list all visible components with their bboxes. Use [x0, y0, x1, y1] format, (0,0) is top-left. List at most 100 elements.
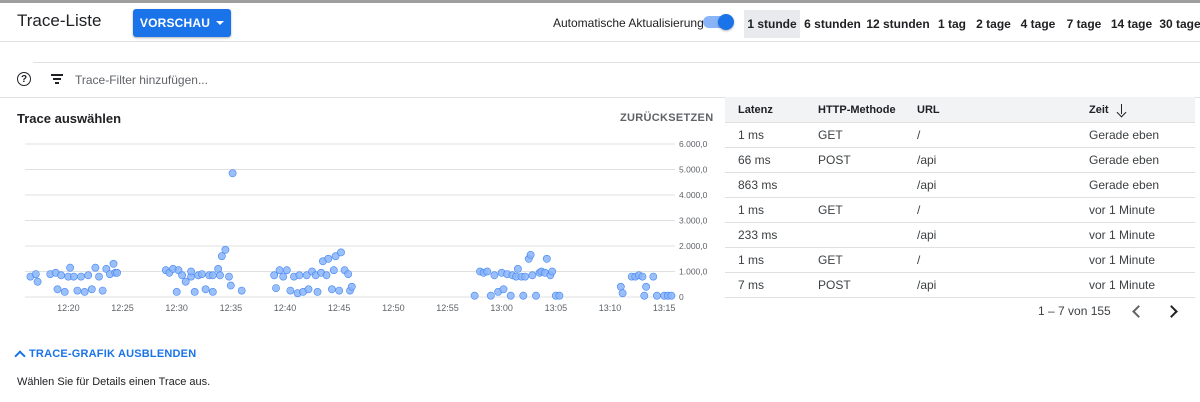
trace-point[interactable]: [60, 287, 69, 296]
trace-point[interactable]: [616, 282, 625, 291]
trace-point[interactable]: [87, 285, 96, 294]
column-header-url[interactable]: URL: [917, 97, 940, 122]
chevron-left-icon[interactable]: [1130, 304, 1144, 318]
column-header-method[interactable]: HTTP-Methode: [818, 97, 896, 122]
trace-point[interactable]: [470, 291, 479, 300]
trace-point[interactable]: [113, 268, 121, 277]
trace-point[interactable]: [226, 281, 235, 290]
trace-point[interactable]: [295, 271, 304, 280]
trace-point[interactable]: [327, 285, 336, 294]
trace-point[interactable]: [649, 272, 658, 281]
trace-point[interactable]: [109, 259, 118, 268]
table-row[interactable]: 863 ms/api Gerade eben: [725, 173, 1195, 198]
trace-point[interactable]: [667, 291, 676, 300]
trace-point[interactable]: [33, 277, 42, 286]
trace-point[interactable]: [521, 272, 529, 281]
trace-point[interactable]: [98, 286, 107, 295]
trace-point[interactable]: [208, 287, 217, 296]
trace-point[interactable]: [618, 289, 627, 298]
trace-point[interactable]: [304, 285, 313, 294]
trace-point[interactable]: [228, 169, 237, 178]
trace-point[interactable]: [31, 270, 40, 278]
trace-point[interactable]: [337, 248, 345, 257]
trace-point[interactable]: [514, 264, 522, 273]
trace-point[interactable]: [178, 271, 186, 280]
column-header-latency[interactable]: Latenz: [738, 97, 773, 122]
trace-point[interactable]: [335, 286, 344, 295]
trace-point[interactable]: [208, 271, 217, 280]
trace-point[interactable]: [214, 264, 223, 273]
preview-dropdown-button[interactable]: VORSCHAU: [133, 9, 231, 37]
trace-point[interactable]: [344, 270, 353, 278]
trace-point[interactable]: [217, 252, 226, 261]
trace-point[interactable]: [216, 271, 224, 280]
trace-point[interactable]: [275, 266, 284, 275]
table-row[interactable]: 1 ms GET / vor 1 Minute: [725, 198, 1195, 223]
trace-point[interactable]: [197, 270, 206, 278]
time-range-option[interactable]: 14 tage: [1109, 10, 1154, 38]
trace-point[interactable]: [638, 272, 647, 281]
time-range-option[interactable]: 7 tage: [1064, 10, 1104, 38]
table-row[interactable]: 233 ms/api vor 1 Minute: [725, 223, 1195, 248]
trace-point[interactable]: [322, 271, 331, 280]
trace-point[interactable]: [506, 291, 515, 300]
trace-point[interactable]: [499, 285, 508, 294]
table-row[interactable]: 66 ms POST/api Gerade eben: [725, 148, 1195, 173]
hide-trace-graph-button[interactable]: TRACE-GRAFIK AUSBLENDEN: [14, 348, 196, 362]
trace-point[interactable]: [95, 272, 103, 281]
trace-point[interactable]: [225, 272, 233, 281]
trace-point[interactable]: [486, 291, 495, 300]
help-icon[interactable]: ?: [17, 72, 31, 86]
trace-point[interactable]: [640, 291, 649, 300]
trace-point[interactable]: [313, 287, 322, 296]
trace-point[interactable]: [526, 251, 535, 259]
trace-point[interactable]: [73, 286, 82, 295]
time-range-option[interactable]: 12 stunden: [866, 10, 930, 38]
trace-point[interactable]: [69, 272, 78, 281]
trace-point[interactable]: [483, 267, 492, 276]
trace-point[interactable]: [329, 266, 338, 275]
trace-point[interactable]: [77, 272, 85, 281]
trace-point[interactable]: [53, 285, 62, 294]
reset-button[interactable]: ZURÜCKSETZEN: [620, 112, 713, 124]
chevron-right-icon[interactable]: [1165, 304, 1179, 318]
column-header-time[interactable]: Zeit: [1089, 97, 1127, 122]
trace-point[interactable]: [532, 291, 540, 300]
trace-point[interactable]: [66, 263, 74, 272]
table-row[interactable]: 1 ms GET / Gerade eben: [725, 123, 1195, 148]
table-row[interactable]: 1 ms GET / vor 1 Minute: [725, 248, 1195, 273]
trace-point[interactable]: [642, 282, 650, 291]
trace-point[interactable]: [528, 271, 537, 280]
time-range-option[interactable]: 6 stunden: [804, 10, 861, 38]
time-range-option[interactable]: 30 tage: [1159, 10, 1200, 38]
auto-refresh-toggle[interactable]: [702, 14, 734, 30]
trace-point[interactable]: [272, 284, 280, 292]
trace-point[interactable]: [347, 282, 356, 291]
trace-point[interactable]: [519, 291, 528, 300]
table-row[interactable]: 7 ms POST/api vor 1 Minute: [725, 273, 1195, 298]
trace-point[interactable]: [57, 271, 65, 280]
trace-point[interactable]: [286, 286, 295, 295]
trace-scatter-chart[interactable]: 6.000,0 5.000,0 4.000,0 3.000,0 2.000,0 1.000…: [0, 130, 720, 320]
trace-point[interactable]: [548, 267, 557, 276]
trace-point[interactable]: [91, 263, 100, 272]
trace-point[interactable]: [279, 272, 288, 281]
filter-icon[interactable]: [51, 74, 63, 84]
trace-point[interactable]: [201, 285, 210, 294]
trace-point[interactable]: [490, 271, 499, 280]
trace-point[interactable]: [282, 266, 291, 275]
trace-point[interactable]: [542, 254, 551, 263]
trace-point[interactable]: [172, 287, 181, 296]
trace-point[interactable]: [324, 254, 333, 263]
trace-point[interactable]: [221, 245, 230, 254]
trace-point[interactable]: [190, 287, 199, 296]
trace-point[interactable]: [187, 267, 195, 276]
trace-point[interactable]: [237, 286, 246, 295]
trace-filter-input[interactable]: Trace-Filter hinzufügen...: [75, 73, 208, 87]
time-range-option[interactable]: 1 stunde: [744, 10, 800, 38]
time-range-option[interactable]: 2 tage: [974, 10, 1013, 38]
trace-point[interactable]: [555, 291, 564, 300]
trace-point[interactable]: [80, 287, 89, 296]
time-range-option[interactable]: 4 tage: [1018, 10, 1058, 38]
trace-point[interactable]: [653, 291, 661, 300]
